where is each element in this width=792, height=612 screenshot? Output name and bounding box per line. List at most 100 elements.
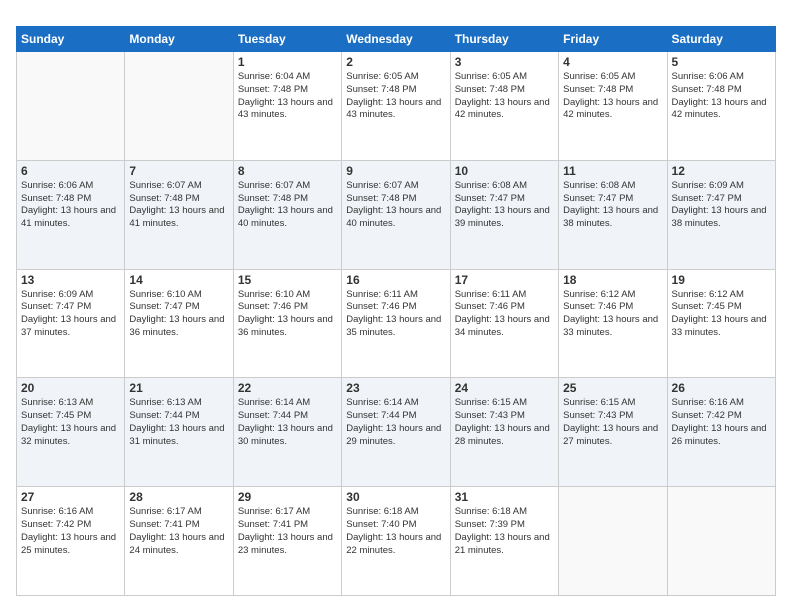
day-number: 12 — [672, 164, 771, 178]
day-info: Sunrise: 6:14 AM Sunset: 7:44 PM Dayligh… — [346, 397, 445, 448]
calendar-cell: 14 Sunrise: 6:10 AM Sunset: 7:47 PM Dayli… — [125, 269, 233, 378]
calendar-cell: 15 Sunrise: 6:10 AM Sunset: 7:46 PM Dayli… — [233, 269, 341, 378]
calendar-cell: 18 Sunrise: 6:12 AM Sunset: 7:46 PM Dayli… — [559, 269, 667, 378]
calendar-cell: 28 Sunrise: 6:17 AM Sunset: 7:41 PM Dayli… — [125, 487, 233, 596]
day-number: 18 — [563, 273, 662, 287]
day-info: Sunrise: 6:06 AM Sunset: 7:48 PM Dayligh… — [21, 180, 120, 231]
day-number: 21 — [129, 381, 228, 395]
calendar-cell: 9 Sunrise: 6:07 AM Sunset: 7:48 PM Daylig… — [342, 160, 450, 269]
day-info: Sunrise: 6:11 AM Sunset: 7:46 PM Dayligh… — [455, 289, 554, 340]
day-number: 26 — [672, 381, 771, 395]
day-number: 6 — [21, 164, 120, 178]
calendar-cell: 1 Sunrise: 6:04 AM Sunset: 7:48 PM Daylig… — [233, 52, 341, 161]
calendar-cell: 24 Sunrise: 6:15 AM Sunset: 7:43 PM Dayli… — [450, 378, 558, 487]
day-number: 22 — [238, 381, 337, 395]
day-number: 17 — [455, 273, 554, 287]
day-number: 10 — [455, 164, 554, 178]
day-info: Sunrise: 6:13 AM Sunset: 7:45 PM Dayligh… — [21, 397, 120, 448]
day-info: Sunrise: 6:05 AM Sunset: 7:48 PM Dayligh… — [346, 71, 445, 122]
day-number: 4 — [563, 55, 662, 69]
calendar-cell: 29Sunrise: 6:17 AM Sunset: 7:41 PM Dayli… — [233, 487, 341, 596]
day-info: Sunrise: 6:07 AM Sunset: 7:48 PM Dayligh… — [346, 180, 445, 231]
calendar-cell: 16 Sunrise: 6:11 AM Sunset: 7:46 PM Dayli… — [342, 269, 450, 378]
weekday-header-thursday: Thursday — [450, 27, 558, 52]
day-info: Sunrise: 6:05 AM Sunset: 7:48 PM Dayligh… — [455, 71, 554, 122]
calendar-cell: 2 Sunrise: 6:05 AM Sunset: 7:48 PM Daylig… — [342, 52, 450, 161]
calendar-cell: 23 Sunrise: 6:14 AM Sunset: 7:44 PM Dayli… — [342, 378, 450, 487]
calendar-cell: 26Sunrise: 6:16 AM Sunset: 7:42 PM Dayli… — [667, 378, 775, 487]
weekday-header-monday: Monday — [125, 27, 233, 52]
day-number: 1 — [238, 55, 337, 69]
day-info: Sunrise: 6:12 AM Sunset: 7:45 PM Dayligh… — [672, 289, 771, 340]
calendar-row-2: 6 Sunrise: 6:06 AM Sunset: 7:48 PM Daylig… — [17, 160, 776, 269]
calendar-cell: 22 Sunrise: 6:14 AM Sunset: 7:44 PM Dayli… — [233, 378, 341, 487]
day-info: Sunrise: 6:10 AM Sunset: 7:46 PM Dayligh… — [238, 289, 337, 340]
day-number: 20 — [21, 381, 120, 395]
calendar-cell: 13 Sunrise: 6:09 AM Sunset: 7:47 PM Dayli… — [17, 269, 125, 378]
calendar-cell: 8Sunrise: 6:07 AM Sunset: 7:48 PM Daylig… — [233, 160, 341, 269]
day-info: Sunrise: 6:16 AM Sunset: 7:42 PM Dayligh… — [21, 506, 120, 557]
calendar-cell: 31Sunrise: 6:18 AM Sunset: 7:39 PM Dayli… — [450, 487, 558, 596]
calendar-cell — [667, 487, 775, 596]
calendar-row-3: 13 Sunrise: 6:09 AM Sunset: 7:47 PM Dayli… — [17, 269, 776, 378]
day-number: 15 — [238, 273, 337, 287]
day-number: 16 — [346, 273, 445, 287]
weekday-header-friday: Friday — [559, 27, 667, 52]
calendar-cell: 5 Sunrise: 6:06 AM Sunset: 7:48 PM Daylig… — [667, 52, 775, 161]
calendar-cell: 12 Sunrise: 6:09 AM Sunset: 7:47 PM Dayli… — [667, 160, 775, 269]
day-info: Sunrise: 6:04 AM Sunset: 7:48 PM Dayligh… — [238, 71, 337, 122]
calendar-cell: 21 Sunrise: 6:13 AM Sunset: 7:44 PM Dayli… — [125, 378, 233, 487]
day-info: Sunrise: 6:13 AM Sunset: 7:44 PM Dayligh… — [129, 397, 228, 448]
day-number: 19 — [672, 273, 771, 287]
day-number: 29 — [238, 490, 337, 504]
calendar-cell: 11 Sunrise: 6:08 AM Sunset: 7:47 PM Dayli… — [559, 160, 667, 269]
day-info: Sunrise: 6:06 AM Sunset: 7:48 PM Dayligh… — [672, 71, 771, 122]
day-info: Sunrise: 6:10 AM Sunset: 7:47 PM Dayligh… — [129, 289, 228, 340]
calendar-row-1: 1 Sunrise: 6:04 AM Sunset: 7:48 PM Daylig… — [17, 52, 776, 161]
calendar-cell — [125, 52, 233, 161]
day-number: 24 — [455, 381, 554, 395]
calendar-cell: 30Sunrise: 6:18 AM Sunset: 7:40 PM Dayli… — [342, 487, 450, 596]
calendar-cell — [17, 52, 125, 161]
day-number: 28 — [129, 490, 228, 504]
day-info: Sunrise: 6:15 AM Sunset: 7:43 PM Dayligh… — [455, 397, 554, 448]
calendar-cell: 20 Sunrise: 6:13 AM Sunset: 7:45 PM Dayli… — [17, 378, 125, 487]
day-info: Sunrise: 6:09 AM Sunset: 7:47 PM Dayligh… — [21, 289, 120, 340]
calendar-cell: 7 Sunrise: 6:07 AM Sunset: 7:48 PM Daylig… — [125, 160, 233, 269]
calendar-cell: 25 Sunrise: 6:15 AM Sunset: 7:43 PM Dayli… — [559, 378, 667, 487]
day-info: Sunrise: 6:18 AM Sunset: 7:39 PM Dayligh… — [455, 506, 554, 557]
weekday-header-sunday: Sunday — [17, 27, 125, 52]
day-number: 3 — [455, 55, 554, 69]
day-info: Sunrise: 6:12 AM Sunset: 7:46 PM Dayligh… — [563, 289, 662, 340]
day-info: Sunrise: 6:05 AM Sunset: 7:48 PM Dayligh… — [563, 71, 662, 122]
calendar-cell — [559, 487, 667, 596]
calendar-cell: 17 Sunrise: 6:11 AM Sunset: 7:46 PM Dayli… — [450, 269, 558, 378]
day-number: 27 — [21, 490, 120, 504]
day-number: 13 — [21, 273, 120, 287]
day-number: 5 — [672, 55, 771, 69]
day-info: Sunrise: 6:08 AM Sunset: 7:47 PM Dayligh… — [563, 180, 662, 231]
day-info: Sunrise: 6:07 AM Sunset: 7:48 PM Dayligh… — [129, 180, 228, 231]
day-number: 7 — [129, 164, 228, 178]
calendar-cell: 19 Sunrise: 6:12 AM Sunset: 7:45 PM Dayli… — [667, 269, 775, 378]
calendar-cell: 10Sunrise: 6:08 AM Sunset: 7:47 PM Dayli… — [450, 160, 558, 269]
day-number: 14 — [129, 273, 228, 287]
day-number: 8 — [238, 164, 337, 178]
day-number: 25 — [563, 381, 662, 395]
calendar-cell: 4 Sunrise: 6:05 AM Sunset: 7:48 PM Daylig… — [559, 52, 667, 161]
calendar-cell: 3 Sunrise: 6:05 AM Sunset: 7:48 PM Daylig… — [450, 52, 558, 161]
weekday-header-tuesday: Tuesday — [233, 27, 341, 52]
day-info: Sunrise: 6:14 AM Sunset: 7:44 PM Dayligh… — [238, 397, 337, 448]
day-info: Sunrise: 6:11 AM Sunset: 7:46 PM Dayligh… — [346, 289, 445, 340]
weekday-header-saturday: Saturday — [667, 27, 775, 52]
day-number: 11 — [563, 164, 662, 178]
weekday-header-wednesday: Wednesday — [342, 27, 450, 52]
calendar-row-5: 27 Sunrise: 6:16 AM Sunset: 7:42 PM Dayli… — [17, 487, 776, 596]
day-info: Sunrise: 6:09 AM Sunset: 7:47 PM Dayligh… — [672, 180, 771, 231]
day-info: Sunrise: 6:17 AM Sunset: 7:41 PM Dayligh… — [129, 506, 228, 557]
day-number: 2 — [346, 55, 445, 69]
day-number: 9 — [346, 164, 445, 178]
day-number: 30 — [346, 490, 445, 504]
day-number: 23 — [346, 381, 445, 395]
day-info: Sunrise: 6:15 AM Sunset: 7:43 PM Dayligh… — [563, 397, 662, 448]
